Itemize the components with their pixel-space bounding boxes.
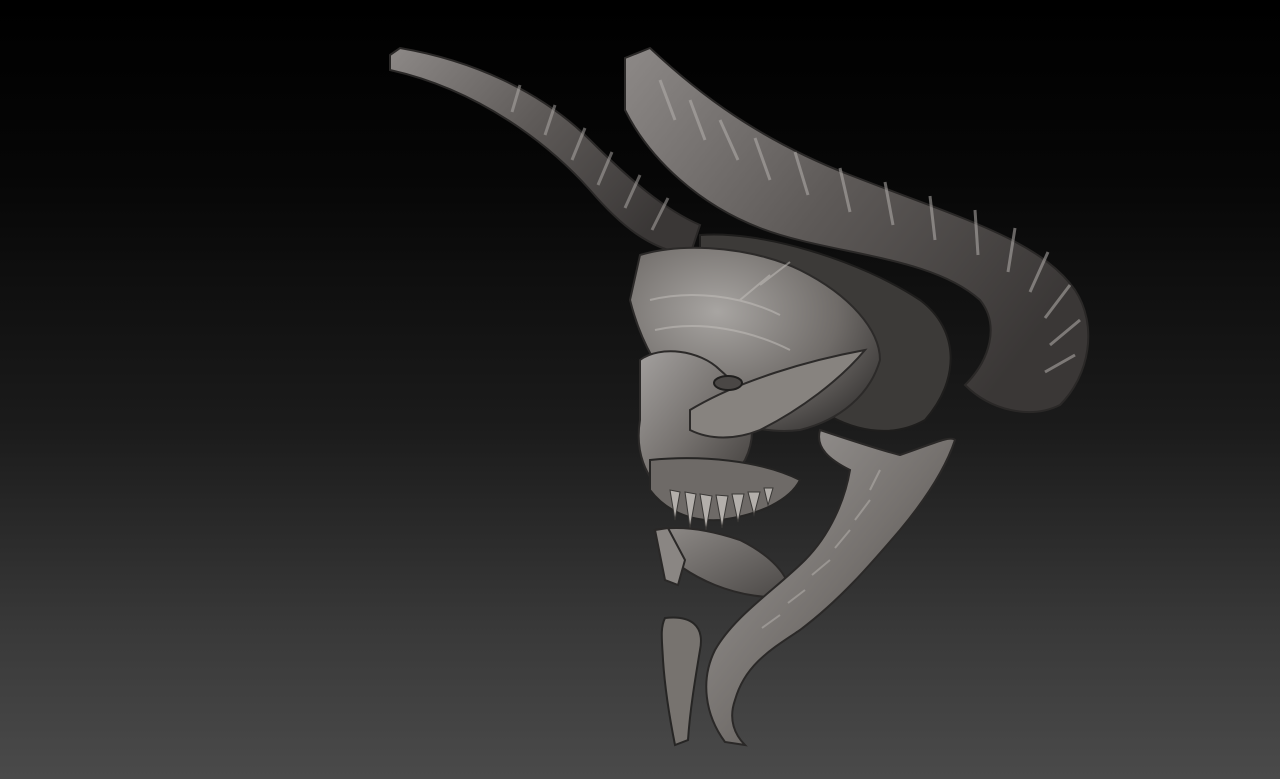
eye [713, 375, 743, 391]
demon-head-sculpt [389, 46, 1090, 747]
tendril [660, 616, 702, 747]
viewport-canvas [0, 0, 1280, 779]
